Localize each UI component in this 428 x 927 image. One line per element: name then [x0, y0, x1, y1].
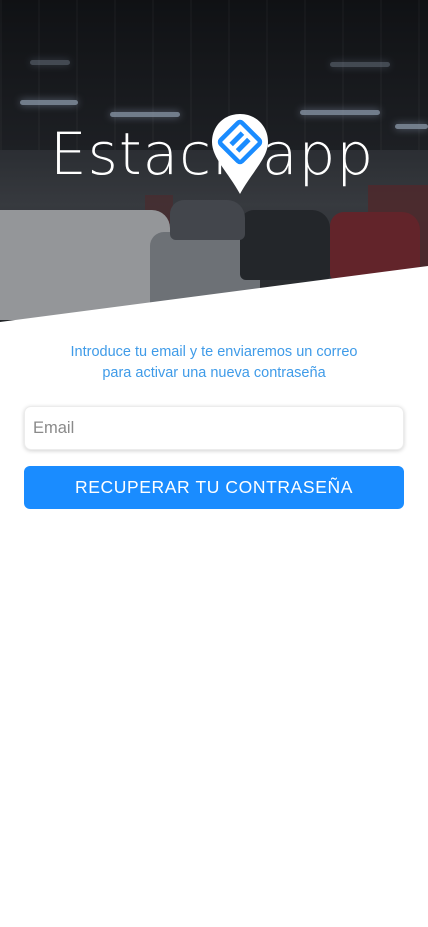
app-logo: Estaci app — [50, 112, 380, 198]
hero-parking-image: Estaci app — [0, 0, 428, 330]
location-pin-e-icon — [212, 114, 268, 194]
instructions-text: Introduce tu email y te enviaremos un co… — [24, 342, 404, 384]
instructions-line-1: Introduce tu email y te enviaremos un co… — [70, 344, 358, 360]
logo-text-left: Estaci — [50, 120, 230, 188]
recover-password-button[interactable]: RECUPERAR TU CONTRASEÑA — [24, 466, 404, 509]
email-field-wrapper — [24, 406, 404, 450]
email-input[interactable] — [25, 407, 403, 449]
recover-password-screen: Estaci app Introduce tu email y te envia… — [0, 0, 428, 927]
instructions-line-2: para activar una nueva contraseña — [102, 365, 326, 381]
logo-text-right: app — [262, 120, 375, 188]
